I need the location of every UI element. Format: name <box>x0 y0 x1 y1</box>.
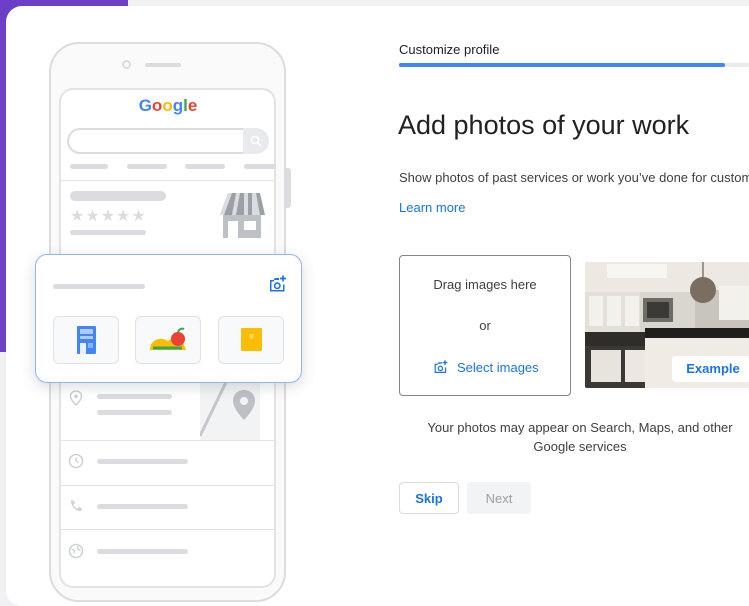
add-photo-icon <box>270 275 286 292</box>
logo-letter: G <box>138 96 152 115</box>
dropzone-or-text: or <box>479 318 491 333</box>
google-logo: Google <box>0 96 336 116</box>
logo-letter: g <box>172 96 184 115</box>
mock-phone-bar <box>97 504 188 509</box>
logo-letter: o <box>162 96 173 115</box>
progress-bar <box>399 63 749 67</box>
step-label: Customize profile <box>399 42 500 57</box>
photo-thumbnail <box>218 316 284 364</box>
mock-address-bar <box>97 410 172 415</box>
mock-rating-stars: ★★★★★ <box>70 208 147 225</box>
mock-card-title-bar <box>53 284 145 289</box>
select-images-button[interactable]: Select images <box>433 359 539 375</box>
photo-thumbnail <box>135 316 201 364</box>
phone-icon <box>70 500 82 512</box>
phone-side-button <box>285 168 291 208</box>
mock-hours-bar <box>97 459 188 464</box>
page-description: Show photos of past services or work you… <box>399 170 749 185</box>
progress-bar-fill <box>399 63 725 67</box>
mock-tab-bar <box>244 164 276 169</box>
dropzone-drag-text: Drag images here <box>433 277 537 292</box>
add-photo-icon <box>434 360 448 373</box>
mock-title-bar <box>70 191 166 201</box>
food-photo-icon <box>150 327 186 350</box>
mock-tab-bar <box>127 164 167 169</box>
select-images-label: Select images <box>457 359 539 375</box>
visibility-notice: Your photos may appear on Search, Maps, … <box>427 420 733 454</box>
location-pin-icon <box>69 390 83 406</box>
page-title: Add photos of your work <box>398 110 690 140</box>
mock-divider <box>61 529 274 530</box>
learn-more-link[interactable]: Learn more <box>399 200 465 215</box>
globe-icon <box>68 543 84 559</box>
sticky-note-photo-icon <box>241 328 262 351</box>
next-button[interactable]: Next <box>467 482 531 514</box>
mock-tab-bar <box>70 164 108 169</box>
storefront-icon <box>220 193 265 238</box>
search-icon <box>243 128 269 154</box>
logo-letter: e <box>187 96 198 115</box>
clock-icon <box>68 453 84 469</box>
mock-search-box <box>67 128 267 154</box>
mock-website-bar <box>97 549 188 554</box>
photo-thumbnail <box>53 316 119 364</box>
logo-letter: o <box>151 96 163 115</box>
mock-text-bar <box>70 230 146 235</box>
mock-tab-bar <box>185 164 225 169</box>
mock-address-bar <box>97 394 172 399</box>
example-badge: Example <box>672 356 749 382</box>
phone-speaker <box>145 63 181 67</box>
mock-divider <box>61 485 274 486</box>
phone-camera-dot <box>122 60 131 69</box>
skip-button[interactable]: Skip <box>399 482 459 514</box>
mock-divider <box>61 180 274 181</box>
storefront-photo-icon <box>77 326 96 354</box>
mock-divider <box>61 440 274 441</box>
